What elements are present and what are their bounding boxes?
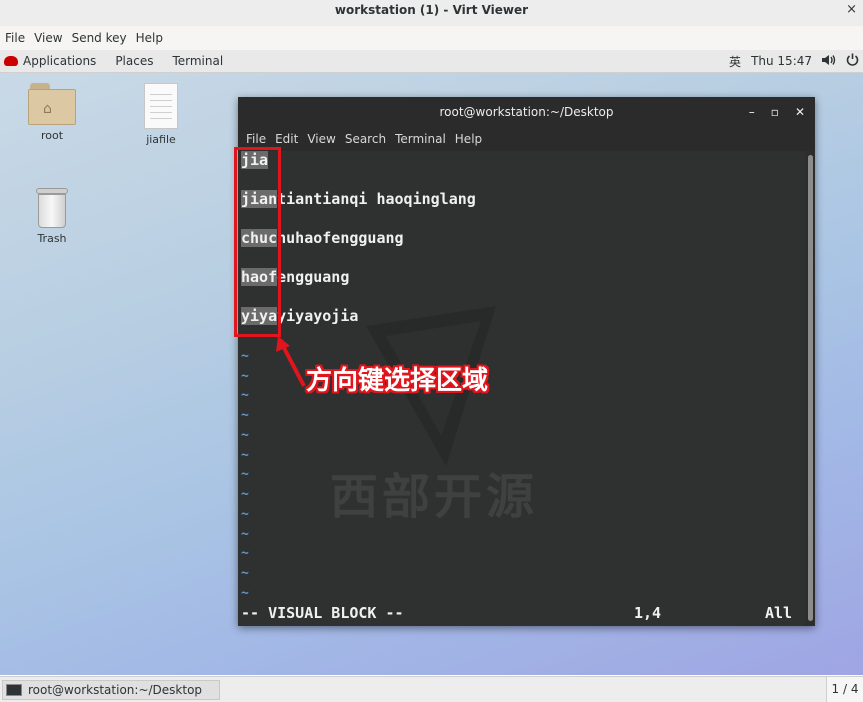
desktop-icon-label: jiafile [146,133,176,146]
terminal-title: root@workstation:~/Desktop [439,105,614,119]
close-icon[interactable]: ✕ [795,97,805,127]
scroll-indicator: All [765,604,793,622]
annotation-highlight-box [234,147,281,337]
vim-mode-indicator: -- VISUAL BLOCK -- [241,604,404,622]
desktop-icon-root[interactable]: ⌂ root [17,83,87,142]
places-menu[interactable]: Places [115,54,153,68]
empty-line-tilde: ~ [241,428,249,443]
taskbar-window-label: root@workstation:~/Desktop [28,683,203,697]
menu-send-key[interactable]: Send key [72,31,127,45]
viewer-menubar: File View Send key Help [0,26,863,50]
desktop-icon-jiafile[interactable]: jiafile [126,83,196,146]
terminal-launcher[interactable]: Terminal [172,54,223,68]
speaker-icon[interactable] [822,54,836,69]
clock[interactable]: Thu 15:47 [751,54,812,68]
line-rest: yiyayojia [277,307,359,325]
empty-line-tilde: ~ [241,527,249,542]
menu-help[interactable]: Help [136,31,163,45]
line-rest: engguang [277,268,350,286]
empty-line-tilde: ~ [241,566,249,581]
gnome-top-panel: Applications Places Terminal 英 Thu 15:47 [0,50,863,73]
terminal-menu-help[interactable]: Help [455,132,482,146]
text-file-icon [144,83,178,129]
empty-line-tilde: ~ [241,408,249,423]
empty-line-tilde: ~ [241,586,249,601]
empty-line-tilde: ~ [241,546,249,561]
watermark-text: 西部开源 [330,469,539,525]
empty-line-tilde: ~ [241,388,249,403]
annotation-arrow-icon [276,336,306,387]
terminal-menu-file[interactable]: File [246,132,266,146]
applications-menu[interactable]: Applications [4,54,115,68]
taskbar-window-button[interactable]: root@workstation:~/Desktop [2,680,220,700]
empty-line-tilde: ~ [241,349,249,364]
applications-label: Applications [23,54,97,68]
maximize-icon[interactable]: ▫ [771,97,779,127]
menu-file[interactable]: File [5,31,25,45]
close-icon[interactable]: × [846,0,857,20]
terminal-menubar: File Edit View Search Terminal Help [238,127,815,151]
terminal-icon [6,684,22,696]
desktop-icon-label: root [40,129,64,142]
desktop-icon-label: Trash [37,232,67,245]
workspace-indicator[interactable]: 1 / 4 [826,677,863,702]
empty-line-tilde: ~ [241,467,249,482]
input-method-indicator[interactable]: 英 [729,53,741,70]
terminal-menu-search[interactable]: Search [345,132,386,146]
window-titlebar: workstation (1) - Virt Viewer × [0,0,863,27]
terminal-scrollbar[interactable] [808,155,813,621]
bottom-taskbar: root@workstation:~/Desktop 1 / 4 [0,676,863,702]
menu-view[interactable]: View [34,31,62,45]
minimize-icon[interactable]: – [749,97,755,127]
cursor-position: 1,4 [634,604,662,622]
terminal-menu-terminal[interactable]: Terminal [395,132,446,146]
power-icon[interactable] [846,53,859,69]
terminal-menu-view[interactable]: View [307,132,335,146]
trash-icon [34,188,70,228]
empty-line-tilde: ~ [241,369,249,384]
empty-line-tilde: ~ [241,487,249,502]
terminal-menu-edit[interactable]: Edit [275,132,298,146]
redhat-logo-icon [4,56,18,66]
annotation-text: 方向键选择区域 [306,366,489,396]
window-title: workstation (1) - Virt Viewer [334,3,529,17]
line-rest: tiantianqi haoqinglang [277,190,476,208]
line-rest: huhaofengguang [277,229,404,247]
terminal-titlebar[interactable]: root@workstation:~/Desktop – ▫ ✕ [238,97,815,127]
desktop-icon-trash[interactable]: Trash [17,188,87,245]
empty-line-tilde: ~ [241,448,249,463]
empty-line-tilde: ~ [241,507,249,522]
home-folder-icon: ⌂ [28,83,76,125]
